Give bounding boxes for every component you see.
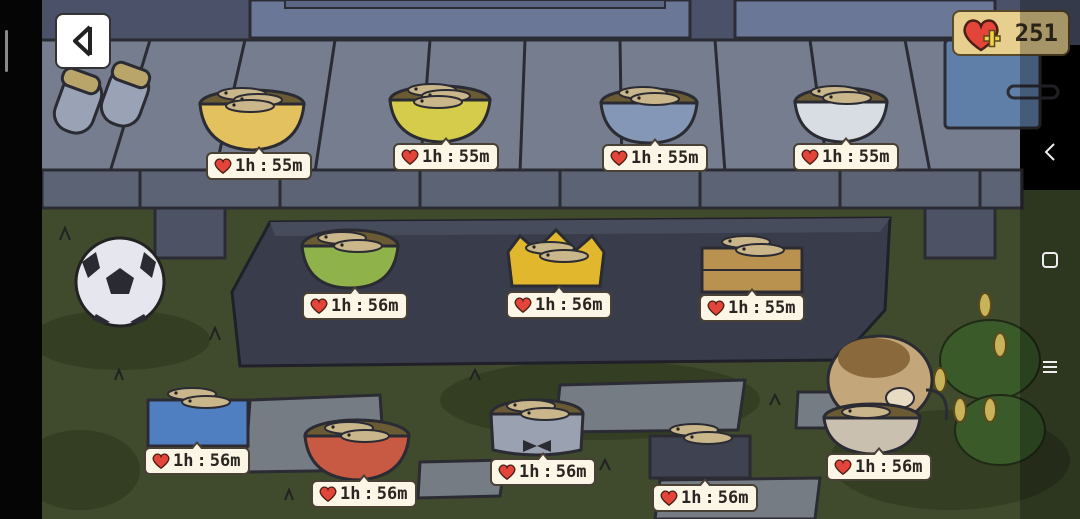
chevron-left-icon: [1044, 143, 1055, 161]
heart-icon: [834, 459, 852, 476]
timer-crown-bowl: 1h:56m: [506, 285, 613, 319]
timer-dark-box-bowl: 1h:56m: [652, 478, 759, 512]
heart-icon: [801, 149, 819, 166]
timer-green-bowl: 1h:56m: [302, 286, 409, 320]
back-button[interactable]: [55, 13, 111, 69]
crown-bowl: [506, 227, 606, 288]
green-bowl: [300, 228, 400, 290]
timer-bowtie-bowl: 1h:56m: [490, 452, 597, 486]
timer-blue-dotted-bowl: 1h:55m: [602, 138, 709, 172]
timer-yellow-bowl: 1h:55m: [393, 137, 500, 171]
game-screen: 251 1h:55m 1h:55m 1h:55m 1h:55m 1h:56m 1…: [0, 0, 1080, 519]
heart-icon: [660, 490, 678, 507]
timer-paw-bowl: 1h:55m: [206, 146, 313, 180]
heart-icon: [319, 486, 337, 503]
bowtie-bowl: [489, 398, 585, 457]
heart-icon: [214, 158, 232, 175]
status-pill: [5, 30, 8, 72]
heart-icon: [498, 464, 516, 481]
heart-icon: [310, 298, 328, 315]
back-arrow-icon: [73, 25, 92, 57]
system-navigation-bar: [1020, 0, 1080, 519]
blue-dotted-bowl: [599, 86, 699, 145]
left-edge-bar: [0, 0, 42, 519]
heart-plus-icon: [963, 19, 1001, 52]
nav-back-button[interactable]: [1020, 132, 1080, 172]
heart-icon: [610, 150, 628, 167]
timer-red-dotted-bowl: 1h:56m: [311, 474, 418, 508]
timer-cat-bowl: 1h:56m: [826, 447, 933, 481]
nav-home-button[interactable]: [1020, 240, 1080, 280]
timer-wooden-box-bowl: 1h:55m: [699, 288, 806, 322]
timer-blue-wave-bowl: 1h:56m: [144, 441, 251, 475]
timer-white-bowl: 1h:55m: [793, 137, 900, 171]
heart-icon: [401, 149, 419, 166]
heart-icon: [152, 453, 170, 470]
heart-icon: [707, 300, 725, 317]
menu-icon: [1043, 361, 1057, 373]
nav-menu-button[interactable]: [1020, 347, 1080, 387]
heart-icon: [514, 297, 532, 314]
square-icon: [1042, 252, 1058, 268]
